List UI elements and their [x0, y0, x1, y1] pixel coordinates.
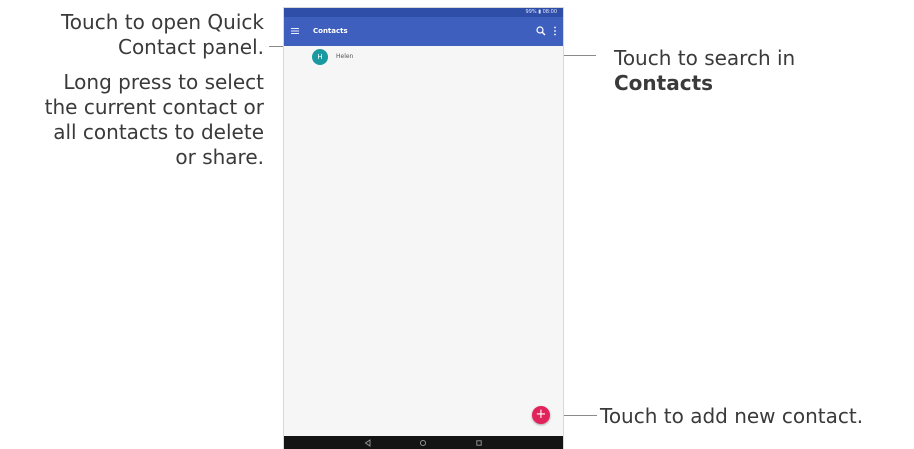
callout-line: the current contact or	[44, 95, 264, 119]
callout-line: all contacts to delete	[53, 120, 264, 144]
search-callout: Touch to search in Contacts	[614, 46, 795, 96]
add-contact-callout: Touch to add new contact.	[600, 404, 863, 429]
callout-line: Touch to add new contact.	[600, 404, 864, 428]
callout-line-bold: Contacts	[614, 71, 714, 95]
callout-line: or share.	[175, 145, 264, 169]
contact-name: Helen	[336, 53, 354, 60]
recents-icon[interactable]	[475, 439, 483, 447]
app-bar: Contacts	[284, 17, 563, 46]
more-vert-icon[interactable]	[552, 25, 558, 37]
status-bar: 99% ▮ 08:00	[284, 8, 563, 17]
app-title: Contacts	[313, 27, 348, 35]
menu-icon[interactable]	[290, 26, 300, 36]
home-icon[interactable]	[419, 439, 427, 447]
tablet-screen: 99% ▮ 08:00 Contacts H Helen +	[284, 8, 563, 449]
callout-line: Long press to select	[63, 70, 264, 94]
contact-list-item[interactable]: H Helen	[284, 47, 563, 67]
add-contact-button[interactable]: +	[532, 406, 550, 424]
long-press-callout: Long press to select the current contact…	[45, 70, 264, 170]
search-icon[interactable]	[535, 25, 547, 37]
callout-line: Touch to open Quick	[60, 10, 264, 34]
callout-line: Contact panel.	[117, 35, 264, 59]
quick-contact-callout: Touch to open Quick Contact panel.	[61, 10, 264, 60]
callout-line: Touch to search in	[614, 46, 796, 70]
contact-avatar[interactable]: H	[312, 49, 328, 65]
navigation-bar	[284, 436, 563, 449]
back-icon[interactable]	[364, 439, 372, 447]
